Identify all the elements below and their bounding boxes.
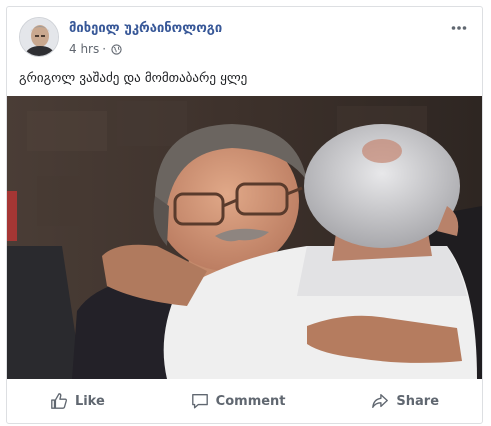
more-dots-icon	[451, 26, 467, 30]
comment-button[interactable]: Comment	[173, 386, 304, 416]
meta-separator: ·	[102, 42, 107, 56]
author-avatar[interactable]	[19, 17, 59, 57]
globe-icon[interactable]	[111, 43, 122, 55]
post-photo[interactable]	[7, 96, 482, 379]
more-options-button[interactable]	[448, 19, 470, 39]
photo-image	[7, 96, 482, 379]
thumbs-up-icon	[51, 393, 67, 409]
like-label: Like	[74, 393, 105, 409]
share-icon	[372, 394, 389, 408]
author-name[interactable]: მიხეილ უკრაინოლოგი	[69, 21, 222, 36]
share-label: Share	[396, 393, 440, 409]
like-button[interactable]: Like	[32, 386, 123, 416]
post-caption: გრიგოლ ვაშაძე და მომთაბარე ყლე	[19, 71, 248, 86]
avatar-image	[20, 18, 58, 56]
comment-icon	[191, 394, 208, 409]
comment-label: Comment	[215, 393, 286, 409]
post-header: მიხეილ უკრაინოლოგი 4 hrs ·	[17, 17, 472, 59]
post-timestamp[interactable]: 4 hrs	[69, 42, 99, 56]
post-card: მიხეილ უკრაინოლოგი 4 hrs · გრიგოლ ვაშაძე…	[6, 6, 483, 424]
post-actions: Like Comment Share	[7, 381, 482, 421]
post-meta: 4 hrs ·	[69, 42, 122, 56]
share-button[interactable]: Share	[353, 386, 457, 416]
